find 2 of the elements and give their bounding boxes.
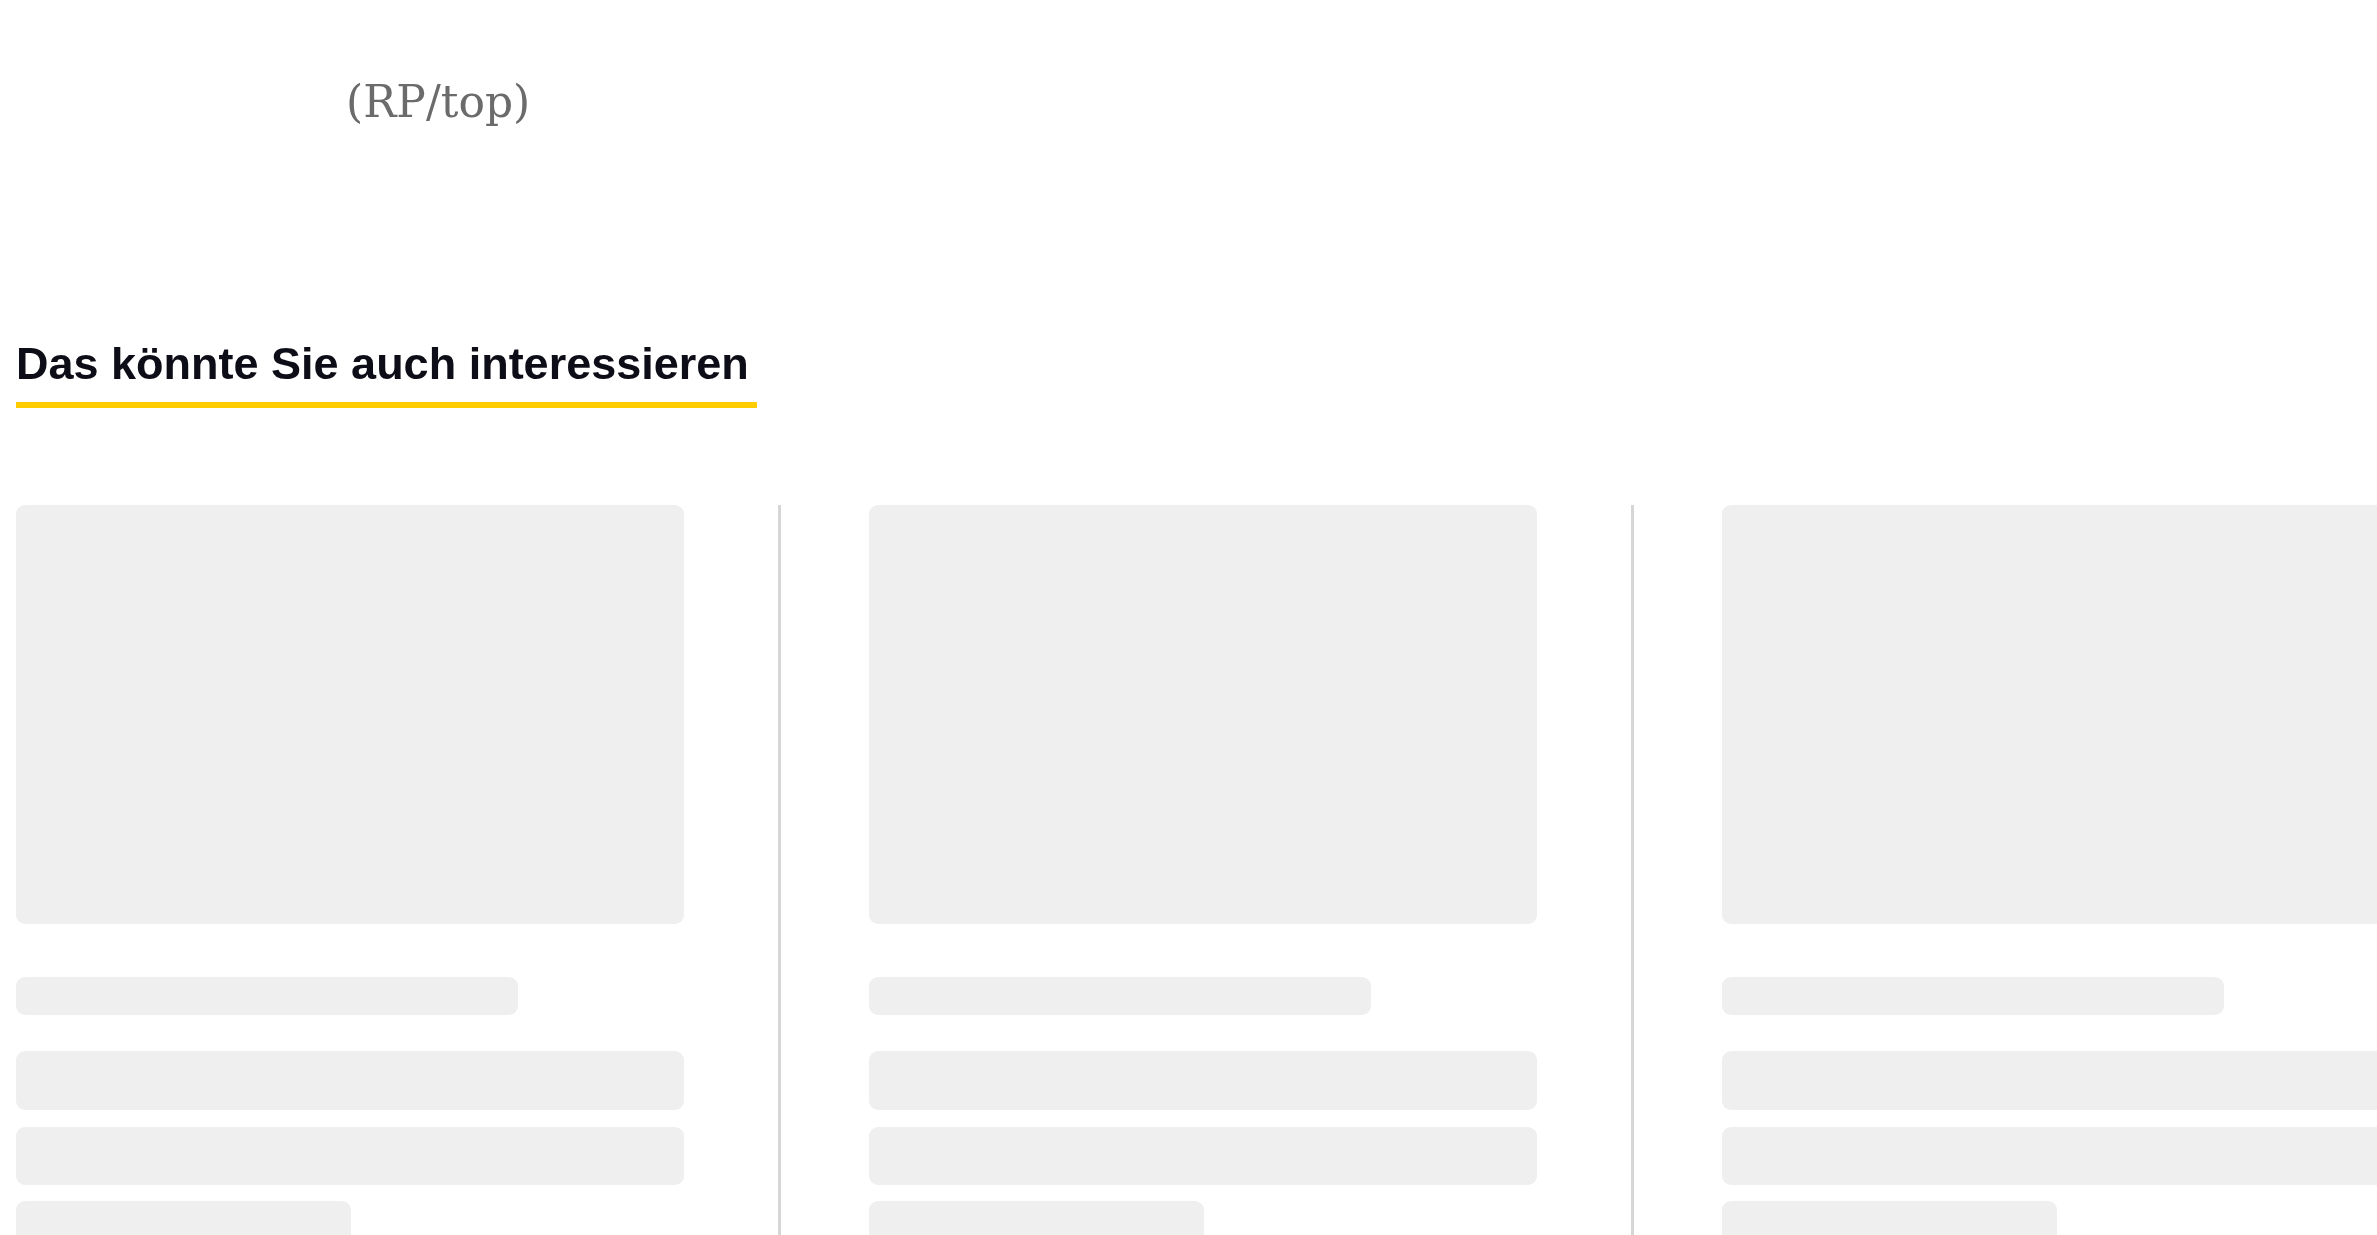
caption-text: (RP/top) — [346, 75, 531, 129]
section-heading: Das könnte Sie auch interessieren — [16, 336, 757, 408]
